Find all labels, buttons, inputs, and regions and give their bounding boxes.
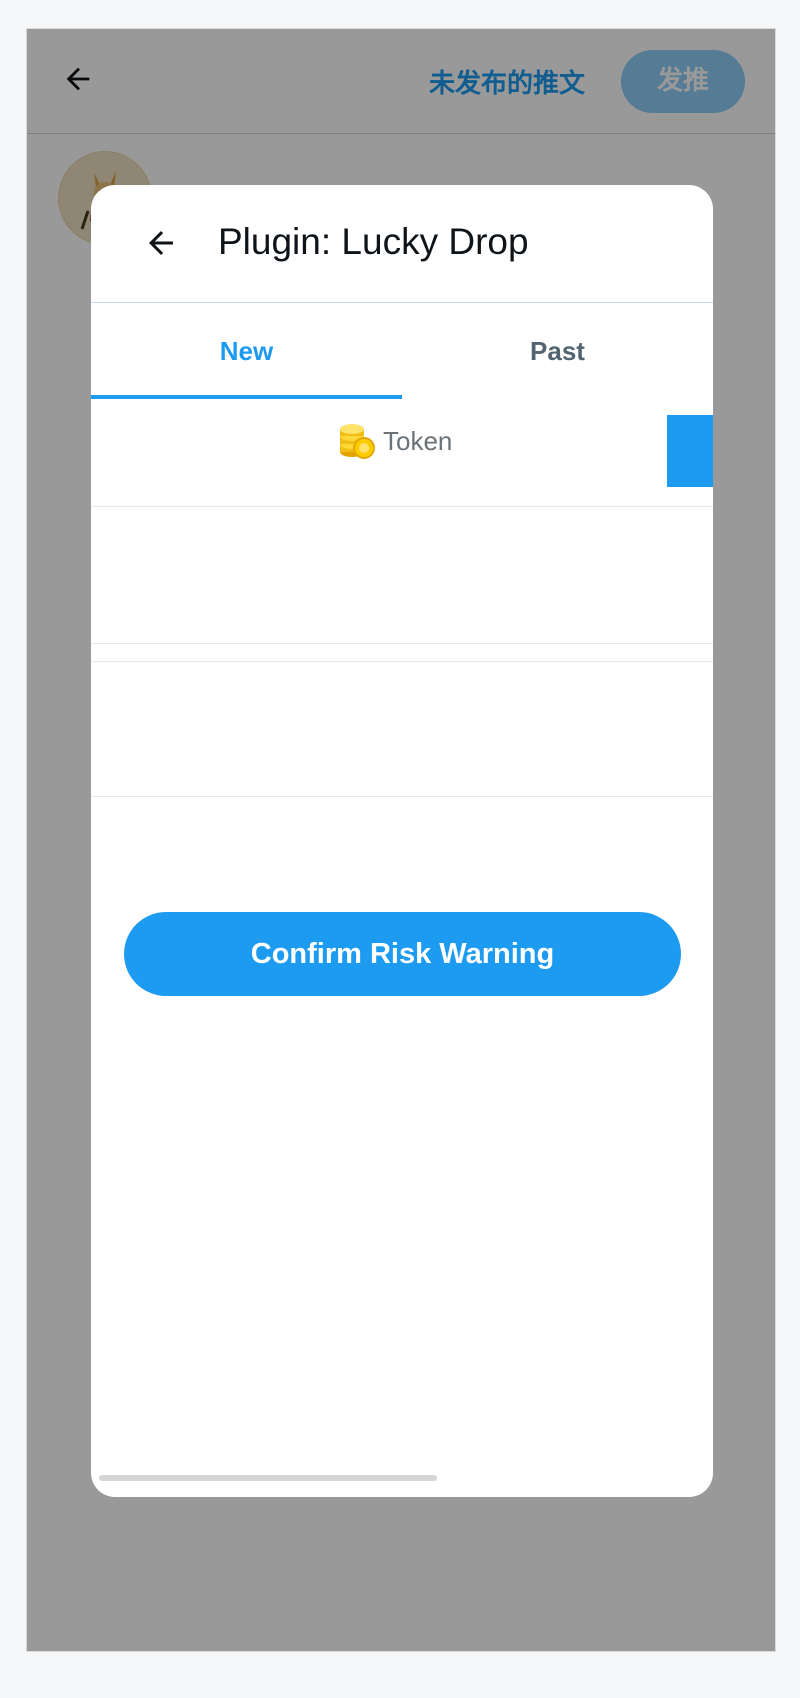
tab-bar: New Past bbox=[91, 303, 713, 399]
confirm-risk-warning-button[interactable]: Confirm Risk Warning bbox=[124, 912, 681, 996]
message-field[interactable] bbox=[91, 662, 713, 797]
dialog-header: Plugin: Lucky Drop bbox=[91, 185, 713, 303]
horizontal-scrollbar[interactable] bbox=[99, 1475, 437, 1481]
token-label: Token bbox=[383, 425, 453, 456]
lucky-drop-dialog: Plugin: Lucky Drop New Past Token Confir… bbox=[91, 185, 713, 1497]
tab-past[interactable]: Past bbox=[402, 303, 713, 399]
token-selector[interactable]: Token bbox=[337, 419, 452, 463]
amount-field[interactable] bbox=[91, 507, 713, 644]
token-row: Token bbox=[91, 399, 713, 507]
tab-new[interactable]: New bbox=[91, 303, 402, 399]
token-action-edge[interactable] bbox=[667, 415, 713, 487]
coins-icon bbox=[340, 424, 375, 459]
dialog-title: Plugin: Lucky Drop bbox=[218, 221, 529, 262]
app-window: 未发布的推文 发推 Plugin: Lucky Drop New Past To… bbox=[26, 28, 776, 1652]
dialog-back-arrow-icon[interactable] bbox=[143, 225, 179, 261]
field-divider bbox=[91, 644, 713, 662]
